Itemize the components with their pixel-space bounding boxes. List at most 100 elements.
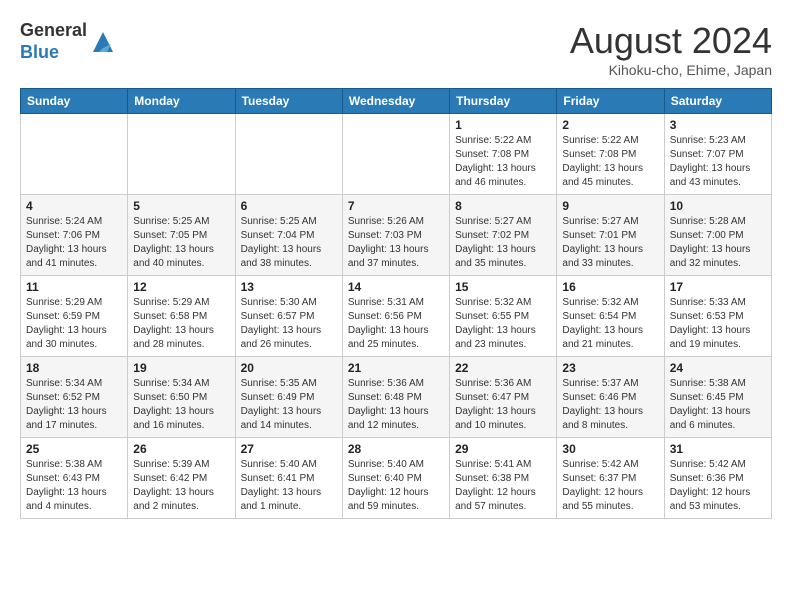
day-number: 22 <box>455 361 551 375</box>
day-number: 8 <box>455 199 551 213</box>
header-row: SundayMondayTuesdayWednesdayThursdayFrid… <box>21 89 772 114</box>
day-number: 4 <box>26 199 122 213</box>
calendar-cell: 3 Sunrise: 5:23 AMSunset: 7:07 PMDaylight… <box>664 114 771 195</box>
week-row-0: 1 Sunrise: 5:22 AMSunset: 7:08 PMDaylight… <box>21 114 772 195</box>
calendar-body: 1 Sunrise: 5:22 AMSunset: 7:08 PMDaylight… <box>21 114 772 519</box>
calendar-cell: 8 Sunrise: 5:27 AMSunset: 7:02 PMDaylight… <box>450 195 557 276</box>
day-info: Sunrise: 5:39 AMSunset: 6:42 PMDaylight:… <box>133 458 229 514</box>
calendar-cell: 31 Sunrise: 5:42 AMSunset: 6:36 PMDayligh… <box>664 438 771 519</box>
day-number: 23 <box>562 361 658 375</box>
day-info: Sunrise: 5:40 AMSunset: 6:40 PMDaylight:… <box>348 458 444 514</box>
calendar-cell: 19 Sunrise: 5:34 AMSunset: 6:50 PMDayligh… <box>128 357 235 438</box>
day-number: 24 <box>670 361 766 375</box>
day-number: 1 <box>455 118 551 132</box>
day-info: Sunrise: 5:42 AMSunset: 6:36 PMDaylight:… <box>670 458 766 514</box>
calendar-cell: 26 Sunrise: 5:39 AMSunset: 6:42 PMDayligh… <box>128 438 235 519</box>
day-number: 20 <box>241 361 337 375</box>
page-header: General Blue August 2024 Kihoku-cho, Ehi… <box>20 20 772 78</box>
day-number: 5 <box>133 199 229 213</box>
day-number: 3 <box>670 118 766 132</box>
day-info: Sunrise: 5:22 AMSunset: 7:08 PMDaylight:… <box>455 134 551 190</box>
day-info: Sunrise: 5:25 AMSunset: 7:05 PMDaylight:… <box>133 215 229 271</box>
day-number: 17 <box>670 280 766 294</box>
day-number: 30 <box>562 442 658 456</box>
day-number: 31 <box>670 442 766 456</box>
calendar-cell <box>235 114 342 195</box>
day-info: Sunrise: 5:37 AMSunset: 6:46 PMDaylight:… <box>562 377 658 433</box>
day-info: Sunrise: 5:29 AMSunset: 6:58 PMDaylight:… <box>133 296 229 352</box>
calendar-cell: 4 Sunrise: 5:24 AMSunset: 7:06 PMDaylight… <box>21 195 128 276</box>
logo-icon <box>89 28 117 56</box>
day-number: 19 <box>133 361 229 375</box>
week-row-1: 4 Sunrise: 5:24 AMSunset: 7:06 PMDaylight… <box>21 195 772 276</box>
calendar-cell: 28 Sunrise: 5:40 AMSunset: 6:40 PMDayligh… <box>342 438 449 519</box>
calendar-cell: 5 Sunrise: 5:25 AMSunset: 7:05 PMDaylight… <box>128 195 235 276</box>
calendar-cell: 30Sunrise: 5:42 AMSunset: 6:37 PMDayligh… <box>557 438 664 519</box>
day-info: Sunrise: 5:25 AMSunset: 7:04 PMDaylight:… <box>241 215 337 271</box>
day-info: Sunrise: 5:22 AMSunset: 7:08 PMDaylight:… <box>562 134 658 190</box>
day-info: Sunrise: 5:24 AMSunset: 7:06 PMDaylight:… <box>26 215 122 271</box>
calendar-cell: 17Sunrise: 5:33 AMSunset: 6:53 PMDayligh… <box>664 276 771 357</box>
weekday-header-thursday: Thursday <box>450 89 557 114</box>
calendar-cell: 29Sunrise: 5:41 AMSunset: 6:38 PMDayligh… <box>450 438 557 519</box>
day-number: 11 <box>26 280 122 294</box>
day-number: 9 <box>562 199 658 213</box>
month-title: August 2024 <box>570 20 772 62</box>
calendar-cell <box>21 114 128 195</box>
day-info: Sunrise: 5:32 AMSunset: 6:55 PMDaylight:… <box>455 296 551 352</box>
calendar-cell <box>128 114 235 195</box>
calendar-header: SundayMondayTuesdayWednesdayThursdayFrid… <box>21 89 772 114</box>
day-number: 16 <box>562 280 658 294</box>
weekday-header-friday: Friday <box>557 89 664 114</box>
day-number: 28 <box>348 442 444 456</box>
day-number: 13 <box>241 280 337 294</box>
day-number: 15 <box>455 280 551 294</box>
calendar-cell: 18 Sunrise: 5:34 AMSunset: 6:52 PMDayligh… <box>21 357 128 438</box>
calendar-cell: 22 Sunrise: 5:36 AMSunset: 6:47 PMDayligh… <box>450 357 557 438</box>
calendar-cell: 9 Sunrise: 5:27 AMSunset: 7:01 PMDaylight… <box>557 195 664 276</box>
day-info: Sunrise: 5:38 AMSunset: 6:43 PMDaylight:… <box>26 458 122 514</box>
day-info: Sunrise: 5:27 AMSunset: 7:01 PMDaylight:… <box>562 215 658 271</box>
calendar-cell: 16Sunrise: 5:32 AMSunset: 6:54 PMDayligh… <box>557 276 664 357</box>
day-info: Sunrise: 5:38 AMSunset: 6:45 PMDaylight:… <box>670 377 766 433</box>
title-block: August 2024 Kihoku-cho, Ehime, Japan <box>570 20 772 78</box>
calendar-cell: 7 Sunrise: 5:26 AMSunset: 7:03 PMDaylight… <box>342 195 449 276</box>
day-number: 18 <box>26 361 122 375</box>
day-info: Sunrise: 5:34 AMSunset: 6:50 PMDaylight:… <box>133 377 229 433</box>
week-row-3: 18 Sunrise: 5:34 AMSunset: 6:52 PMDayligh… <box>21 357 772 438</box>
calendar-cell: 13 Sunrise: 5:30 AMSunset: 6:57 PMDayligh… <box>235 276 342 357</box>
day-info: Sunrise: 5:28 AMSunset: 7:00 PMDaylight:… <box>670 215 766 271</box>
weekday-header-saturday: Saturday <box>664 89 771 114</box>
day-number: 14 <box>348 280 444 294</box>
calendar-cell: 6 Sunrise: 5:25 AMSunset: 7:04 PMDaylight… <box>235 195 342 276</box>
day-info: Sunrise: 5:36 AMSunset: 6:48 PMDaylight:… <box>348 377 444 433</box>
calendar-cell: 14 Sunrise: 5:31 AMSunset: 6:56 PMDayligh… <box>342 276 449 357</box>
day-number: 10 <box>670 199 766 213</box>
day-info: Sunrise: 5:29 AMSunset: 6:59 PMDaylight:… <box>26 296 122 352</box>
week-row-2: 11 Sunrise: 5:29 AMSunset: 6:59 PMDayligh… <box>21 276 772 357</box>
day-number: 27 <box>241 442 337 456</box>
calendar-cell: 21 Sunrise: 5:36 AMSunset: 6:48 PMDayligh… <box>342 357 449 438</box>
day-number: 7 <box>348 199 444 213</box>
week-row-4: 25Sunrise: 5:38 AMSunset: 6:43 PMDayligh… <box>21 438 772 519</box>
day-info: Sunrise: 5:31 AMSunset: 6:56 PMDaylight:… <box>348 296 444 352</box>
day-info: Sunrise: 5:30 AMSunset: 6:57 PMDaylight:… <box>241 296 337 352</box>
day-info: Sunrise: 5:34 AMSunset: 6:52 PMDaylight:… <box>26 377 122 433</box>
weekday-header-sunday: Sunday <box>21 89 128 114</box>
calendar-cell: 15 Sunrise: 5:32 AMSunset: 6:55 PMDayligh… <box>450 276 557 357</box>
day-info: Sunrise: 5:23 AMSunset: 7:07 PMDaylight:… <box>670 134 766 190</box>
calendar-cell: 27Sunrise: 5:40 AMSunset: 6:41 PMDayligh… <box>235 438 342 519</box>
calendar-cell: 2Sunrise: 5:22 AMSunset: 7:08 PMDaylight… <box>557 114 664 195</box>
logo-text: General Blue <box>20 20 87 63</box>
day-number: 26 <box>133 442 229 456</box>
day-number: 29 <box>455 442 551 456</box>
day-info: Sunrise: 5:36 AMSunset: 6:47 PMDaylight:… <box>455 377 551 433</box>
calendar-cell: 23 Sunrise: 5:37 AMSunset: 6:46 PMDayligh… <box>557 357 664 438</box>
weekday-header-wednesday: Wednesday <box>342 89 449 114</box>
day-number: 21 <box>348 361 444 375</box>
day-info: Sunrise: 5:26 AMSunset: 7:03 PMDaylight:… <box>348 215 444 271</box>
day-info: Sunrise: 5:27 AMSunset: 7:02 PMDaylight:… <box>455 215 551 271</box>
weekday-header-monday: Monday <box>128 89 235 114</box>
calendar-cell: 12Sunrise: 5:29 AMSunset: 6:58 PMDayligh… <box>128 276 235 357</box>
day-number: 6 <box>241 199 337 213</box>
